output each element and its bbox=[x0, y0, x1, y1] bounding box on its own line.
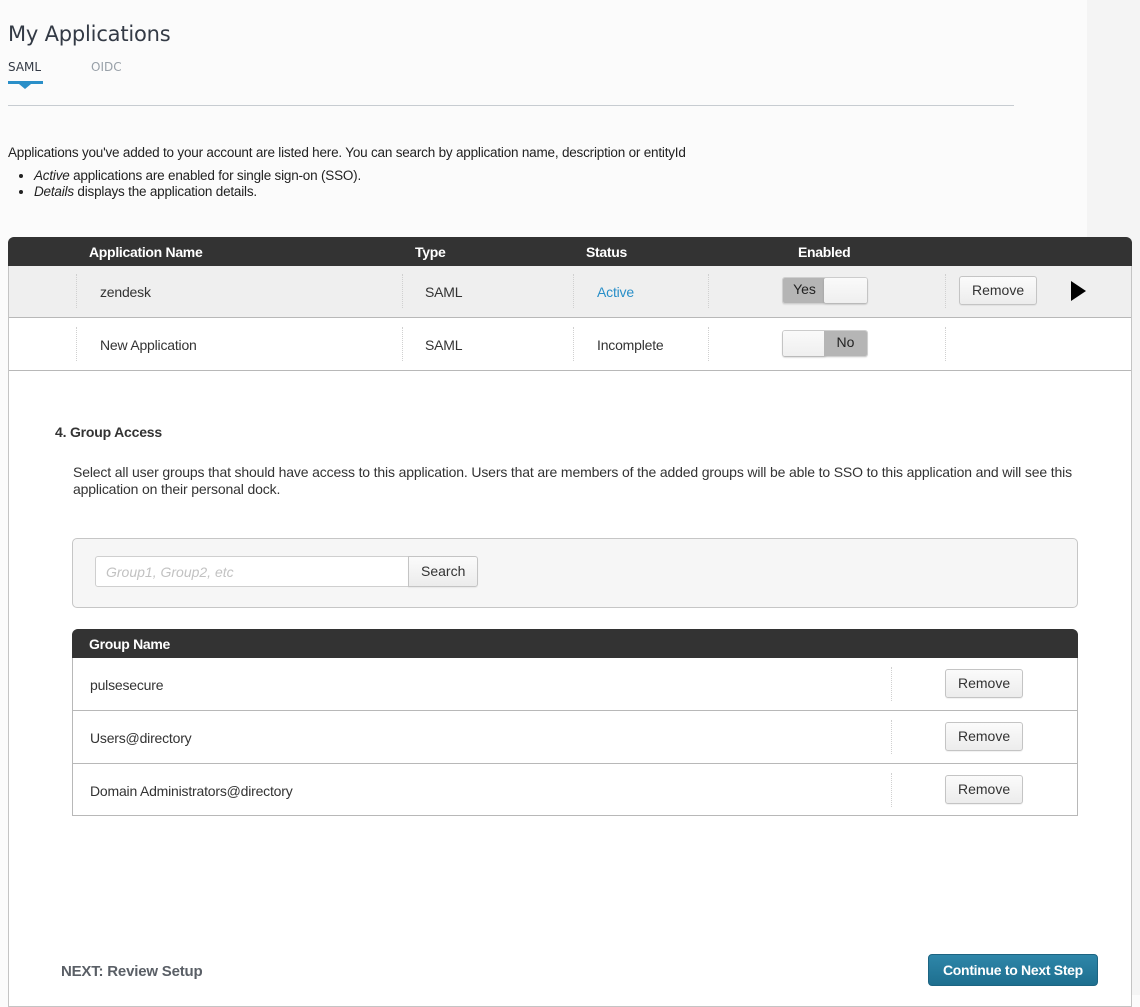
group-access-title: 4. Group Access bbox=[55, 424, 162, 440]
group-search-panel: Search bbox=[72, 538, 1078, 608]
next-step-label: NEXT: Review Setup bbox=[61, 963, 203, 980]
column-divider bbox=[891, 667, 892, 701]
status-badge: Active bbox=[597, 284, 634, 300]
intro-text: Applications you've added to your accoun… bbox=[8, 145, 686, 160]
bullet-text: displays the application details. bbox=[73, 184, 257, 199]
tab-oidc[interactable]: OIDC bbox=[91, 60, 122, 74]
column-type: Type bbox=[415, 244, 446, 260]
group-row: Users@directory Remove bbox=[73, 711, 1077, 764]
page-title: My Applications bbox=[8, 22, 171, 47]
group-name: pulsesecure bbox=[90, 677, 164, 693]
remove-group-button[interactable]: Remove bbox=[945, 775, 1024, 804]
column-divider bbox=[402, 274, 403, 308]
bullet-text: applications are enabled for single sign… bbox=[69, 168, 362, 183]
remove-application-button[interactable]: Remove bbox=[959, 276, 1038, 305]
bullet-term: Active bbox=[34, 168, 70, 183]
group-search-input[interactable] bbox=[95, 556, 409, 587]
column-divider bbox=[891, 773, 892, 807]
group-access-description: Select all user groups that should have … bbox=[73, 464, 1072, 497]
column-divider bbox=[708, 327, 709, 361]
bullet-details: Details displays the application details… bbox=[34, 184, 1068, 200]
remove-group-button[interactable]: Remove bbox=[945, 722, 1024, 751]
column-divider bbox=[402, 327, 403, 361]
column-group-name: Group Name bbox=[89, 636, 171, 652]
status-badge: Incomplete bbox=[597, 337, 664, 353]
toggle-knob[interactable] bbox=[783, 331, 826, 356]
search-button[interactable]: Search bbox=[408, 556, 479, 587]
column-divider bbox=[945, 274, 946, 308]
tab-bar: SAML OIDC bbox=[8, 58, 1014, 106]
applications-table-header: Application Name Type Status Enabled bbox=[8, 237, 1132, 266]
enabled-toggle[interactable]: No bbox=[782, 330, 868, 357]
column-divider bbox=[573, 274, 574, 308]
active-tab-indicator bbox=[8, 81, 43, 89]
toggle-yes-label: Yes bbox=[783, 278, 826, 303]
applications-panel: Application Name Type Status Enabled zen… bbox=[8, 237, 1132, 1007]
details-arrow-icon[interactable] bbox=[1071, 281, 1086, 301]
toggle-knob[interactable] bbox=[824, 278, 867, 303]
column-status: Status bbox=[586, 244, 627, 260]
column-divider bbox=[573, 327, 574, 361]
group-table-header: Group Name bbox=[72, 629, 1078, 658]
remove-group-button[interactable]: Remove bbox=[945, 669, 1024, 698]
application-name[interactable]: zendesk bbox=[100, 284, 151, 300]
column-divider bbox=[76, 274, 77, 308]
group-row: pulsesecure Remove bbox=[73, 658, 1077, 711]
column-application-name: Application Name bbox=[89, 244, 203, 260]
group-name: Domain Administrators@directory bbox=[90, 783, 293, 799]
column-divider bbox=[76, 327, 77, 361]
group-row: Domain Administrators@directory Remove bbox=[73, 764, 1077, 817]
intro-bullets: Active applications are enabled for sing… bbox=[8, 168, 1068, 200]
application-row-zendesk[interactable]: zendesk SAML Active Yes Remove bbox=[9, 266, 1131, 318]
toggle-no-label: No bbox=[824, 331, 867, 356]
continue-button[interactable]: Continue to Next Step bbox=[928, 954, 1098, 986]
application-type: SAML bbox=[425, 284, 463, 300]
intro-section: Applications you've added to your accoun… bbox=[8, 145, 1068, 200]
column-enabled: Enabled bbox=[798, 244, 851, 260]
application-type: SAML bbox=[425, 337, 463, 353]
tab-saml[interactable]: SAML bbox=[8, 60, 41, 74]
column-divider bbox=[945, 327, 946, 361]
group-table: Group Name pulsesecure Remove Users@dire… bbox=[72, 629, 1078, 816]
column-divider bbox=[891, 720, 892, 754]
application-row-new-application[interactable]: New Application SAML Incomplete No bbox=[9, 319, 1131, 371]
group-name: Users@directory bbox=[90, 730, 192, 746]
bullet-active: Active applications are enabled for sing… bbox=[34, 168, 1068, 184]
enabled-toggle[interactable]: Yes bbox=[782, 277, 868, 304]
column-divider bbox=[708, 274, 709, 308]
application-name[interactable]: New Application bbox=[100, 337, 197, 353]
bullet-term: Details bbox=[34, 184, 74, 199]
